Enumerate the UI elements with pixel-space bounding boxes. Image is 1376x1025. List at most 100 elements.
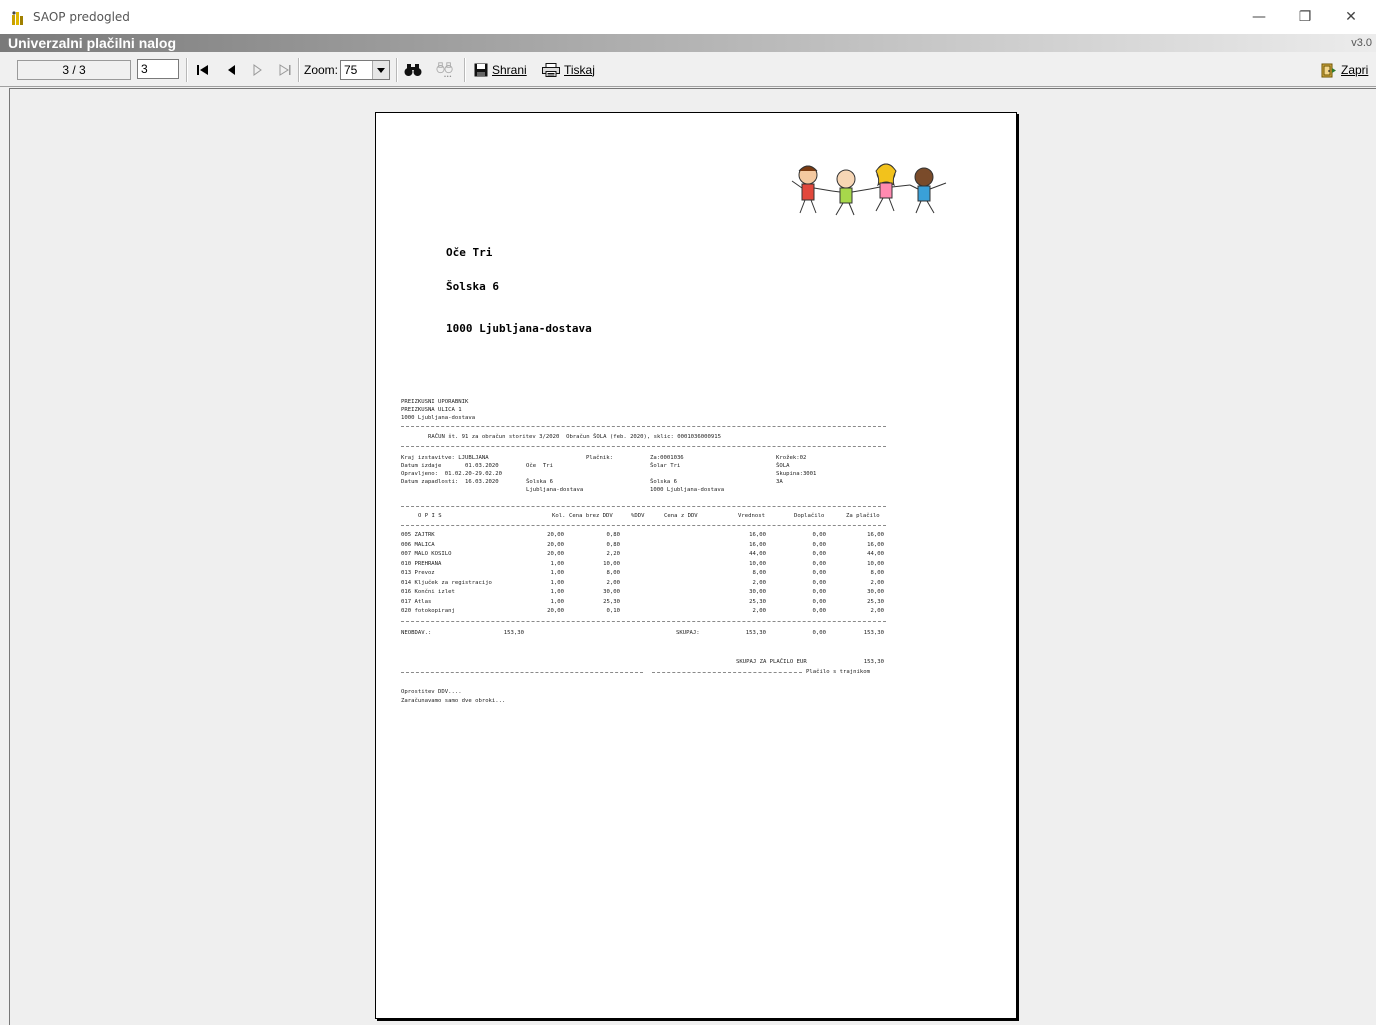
toolbar-separator: [396, 58, 398, 82]
page-number-input[interactable]: 3: [137, 59, 179, 79]
item-quantity: 1,00: [550, 589, 564, 595]
item-to-pay: 44,00: [867, 551, 884, 557]
item-price: 30,00: [603, 589, 620, 595]
table-row: 006 MALICA 20,00 0,80 16,00 0,00 16,00: [376, 542, 1016, 552]
item-to-pay: 30,00: [867, 589, 884, 595]
zoom-label: Zoom:: [304, 63, 339, 77]
separator-line: [401, 446, 886, 447]
item-surcharge: 0,00: [812, 579, 826, 586]
item-value: 8,00: [752, 570, 766, 576]
item-to-pay: 8,00: [870, 570, 884, 576]
save-label: Shrani: [492, 63, 527, 77]
restore-button[interactable]: ❐: [1282, 0, 1328, 34]
za-code: Za:0001036: [650, 455, 684, 461]
item-description: 005 ZAJTRK: [401, 532, 435, 538]
find-button[interactable]: [404, 60, 422, 80]
window-title: SAOP predogled: [33, 10, 130, 24]
preview-toolbar: 3 / 3 3 Zoom: 75 Shrani Tiskaj Zapri: [0, 54, 1376, 87]
minimize-button[interactable]: —: [1236, 0, 1282, 34]
separator-line: [401, 426, 886, 427]
item-price: 2,00: [606, 579, 620, 586]
print-button[interactable]: Tiskaj: [542, 59, 595, 81]
payment-method: Plačilo s trajnikom: [806, 669, 870, 675]
toolbar-separator: [298, 58, 300, 82]
close-preview-button[interactable]: Zapri: [1321, 59, 1368, 81]
table-row: 014 Ključek za registracijo 1,00 2,00 2,…: [376, 580, 1016, 590]
find-next-button[interactable]: [436, 60, 454, 80]
payer-city: Ljubljana-dostava: [526, 487, 584, 493]
document-page: Oče Tri Šolska 6 1000 Ljubljana-dostava …: [375, 112, 1017, 1019]
recipient-name: Oče Tri: [446, 246, 493, 259]
previous-page-button[interactable]: [222, 60, 240, 80]
zoom-select[interactable]: 75: [340, 60, 390, 80]
total-surcharge: 0,00: [812, 630, 826, 636]
toolbar-separator: [464, 58, 466, 82]
item-value: 30,00: [749, 589, 766, 595]
item-value: 16,00: [749, 541, 766, 548]
separator-line: [401, 672, 643, 673]
item-description: 020 fotokopiranj: [401, 608, 455, 614]
item-value: 44,00: [749, 551, 766, 557]
performed-period: Opravljeno: 01.02.20-29.02.20: [401, 471, 503, 477]
last-page-icon: [279, 64, 291, 76]
separator-line: [401, 506, 886, 507]
items-table: 005 ZAJTRK 20,00 0,80 16,00 0,00 16,00 0…: [376, 532, 1016, 618]
total-value: 153,30: [745, 630, 766, 636]
item-price: 2,20: [606, 551, 620, 557]
item-to-pay: 10,00: [867, 560, 884, 567]
note-line: Oprostitev DDV....: [401, 689, 462, 695]
column-header: Vrednost: [738, 513, 765, 519]
close-label: Zapri: [1341, 63, 1369, 77]
window-titlebar: SAOP predogled — ❐ ✕: [0, 0, 1376, 34]
issuer-street: PREIZKUSNA ULICA 1: [401, 407, 462, 413]
item-surcharge: 0,00: [812, 532, 826, 538]
column-header: Za plačilo: [846, 513, 880, 519]
item-quantity: 20,00: [547, 608, 564, 614]
zoom-value: 75: [344, 63, 358, 77]
table-row: 005 ZAJTRK 20,00 0,80 16,00 0,00 16,00: [376, 532, 1016, 542]
item-quantity: 20,00: [547, 541, 564, 548]
last-page-button[interactable]: [276, 60, 294, 80]
item-description: 016 Končni izlet: [401, 589, 455, 595]
minimize-icon: —: [1252, 9, 1266, 25]
issuer-city: 1000 Ljubljana-dostava: [401, 415, 476, 421]
restore-icon: ❐: [1298, 9, 1312, 25]
item-to-pay: 2,00: [870, 579, 884, 586]
item-value: 16,00: [749, 532, 766, 538]
table-row: 013 Prevoz 1,00 8,00 8,00 0,00 8,00: [376, 570, 1016, 580]
krozek-code: Krožek:02: [776, 455, 807, 461]
next-page-button[interactable]: [248, 60, 266, 80]
student-name: Šolar Tri: [650, 463, 681, 469]
item-description: 013 Prevoz: [401, 570, 435, 576]
document-titlebar: Univerzalni plačilni nalog v3.0: [0, 34, 1376, 52]
item-quantity: 20,00: [547, 532, 564, 538]
toolbar-separator: [186, 58, 188, 82]
item-surcharge: 0,00: [812, 589, 826, 595]
grand-total-value: 153,30: [863, 659, 884, 665]
chevron-down-icon[interactable]: [372, 61, 389, 79]
note-line: Zaračunavamo samo dve obroki...: [401, 698, 506, 704]
close-window-button[interactable]: ✕: [1328, 0, 1374, 34]
next-page-icon: [253, 64, 262, 76]
column-header: Kol.: [552, 513, 566, 519]
find-next-icon: [436, 62, 453, 78]
table-row: 016 Končni izlet 1,00 30,00 30,00 0,00 3…: [376, 589, 1016, 599]
recipient-street: Šolska 6: [446, 280, 499, 293]
item-surcharge: 0,00: [812, 608, 826, 614]
untaxed-value: 153,30: [503, 630, 524, 636]
first-page-button[interactable]: [194, 60, 212, 80]
issuer-name: PREIZKUSNI UPORABNIK: [401, 399, 469, 405]
item-surcharge: 0,00: [812, 541, 826, 548]
item-surcharge: 0,00: [812, 551, 826, 557]
item-price: 0,10: [606, 608, 620, 614]
issue-date: Datum izdaje 01.03.2020: [401, 463, 499, 469]
item-quantity: 1,00: [550, 570, 564, 576]
item-quantity: 1,00: [550, 579, 564, 586]
total-to-pay: 153,30: [863, 630, 884, 636]
item-quantity: 1,00: [550, 560, 564, 567]
save-button[interactable]: Shrani: [474, 59, 527, 81]
invoice-title: RAČUN št. 91 za obračun storitev 3/2020 …: [428, 434, 721, 440]
payer-name: Oče Tri: [526, 463, 553, 469]
issue-place: Kraj izstavitve: LJUBLJANA: [401, 455, 489, 461]
previous-page-icon: [228, 65, 235, 75]
